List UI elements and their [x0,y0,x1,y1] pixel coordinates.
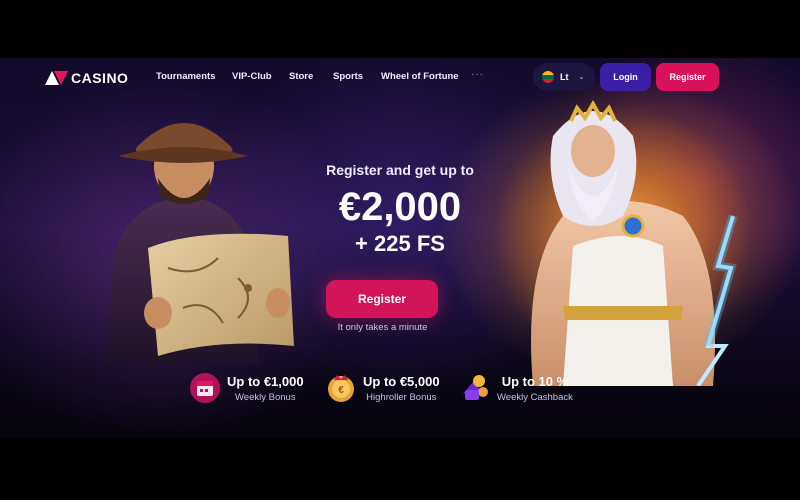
cashback-icon [463,375,488,400]
hero-bonus-amount: €2,000 [338,185,462,229]
logo-mark-icon [45,71,68,85]
hero-free-spins: + 225 FS [355,231,445,256]
svg-text:€: € [338,385,344,396]
nav-item-wheel-of-fortune[interactable]: Wheel of Fortune [381,71,459,82]
zeus-character-illustration [493,99,753,386]
bonus-weekly-subtitle: Weekly Bonus [235,391,296,403]
more-menu-icon[interactable]: ··· [471,69,484,80]
bonus-weekly-title: Up to €1,000 [227,373,304,389]
nav-item-vip-club[interactable]: VIP-Club [232,71,272,82]
language-label: Lt [560,72,569,82]
bonus-cashback[interactable]: Up to 10 % Weekly Cashback [459,372,573,404]
bonus-weekly[interactable]: Up to €1,000 Weekly Bonus [189,372,304,404]
bonus-cashback-title: Up to 10 % [501,373,569,389]
nav-item-sports[interactable]: Sports [333,71,363,82]
nav-item-tournaments[interactable]: Tournaments [156,71,215,82]
bonus-highroller-subtitle: Highroller Bonus [366,391,437,403]
bonus-highroller-title: Up to €5,000 [363,373,440,389]
hero-note: It only takes a minute [337,322,428,333]
register-button-hero[interactable]: Register [326,280,438,318]
crown-coin-icon: € [328,375,354,402]
language-selector[interactable]: Lt ⌄ [533,63,595,91]
hero-subtitle: Register and get up to [326,162,474,178]
logo-text: CASINO [71,70,129,86]
nav-item-store[interactable]: Store [289,71,313,82]
chevron-down-icon: ⌄ [578,74,585,81]
login-button[interactable]: Login [600,63,651,91]
lithuania-flag-icon [542,71,554,83]
explorer-character-illustration [108,123,294,363]
casino-logo[interactable]: CASINO [45,70,128,86]
bonus-highroller[interactable]: € Up to €5,000 Highroller Bonus [325,372,440,404]
register-button-header[interactable]: Register [656,63,719,91]
bonus-cashback-subtitle: Weekly Cashback [497,391,573,403]
calendar-gift-icon [190,373,220,403]
